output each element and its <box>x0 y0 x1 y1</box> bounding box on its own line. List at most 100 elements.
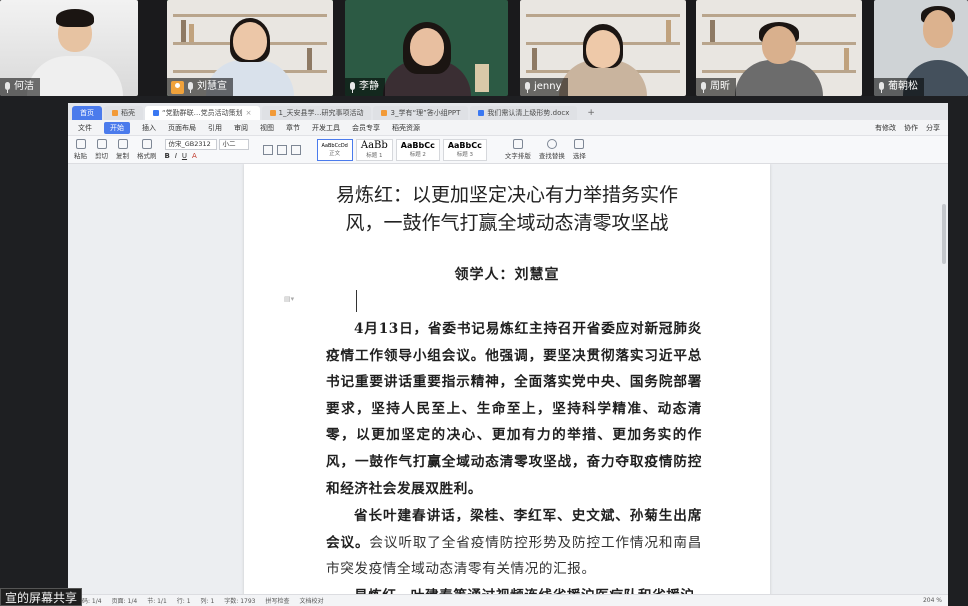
italic-icon[interactable]: I <box>175 152 177 160</box>
meeting-screen: 何洁 刘慧宣 李静 jenny 周昕 葡朝松 首页 稻壳 “党勤群联…党员活动策… <box>0 0 968 606</box>
unsaved-changes-indicator[interactable]: 有修改 <box>875 123 896 133</box>
zoom-level[interactable]: 204 % <box>923 597 942 604</box>
word-doc-icon <box>153 110 159 116</box>
style-heading-2[interactable]: AaBbCc 标题 2 <box>395 138 440 161</box>
menu-view[interactable]: 视图 <box>260 123 274 133</box>
paste-button[interactable]: 粘贴 <box>74 139 87 160</box>
user-avatar-icon <box>171 80 184 94</box>
collaborate-button[interactable]: 协作 <box>904 123 918 133</box>
microphone-icon <box>878 81 885 93</box>
microphone-icon <box>4 81 11 93</box>
document-title-line-2: 风，一鼓作气打赢全域动态清零攻坚战 <box>345 212 669 234</box>
participant-tile-1[interactable]: 何洁 <box>0 0 138 96</box>
paragraph-1: 4月13日，省委书记易炼红主持召开省委应对新冠肺炎疫情工作领导小组会议。他强调，… <box>326 321 702 497</box>
new-tab-button[interactable]: + <box>579 106 603 120</box>
status-section: 节: 1/1 <box>147 598 167 605</box>
status-line: 行: 1 <box>176 598 191 605</box>
menu-review[interactable]: 审阅 <box>234 123 248 133</box>
align-center-icon[interactable] <box>290 144 301 155</box>
brush-icon <box>141 139 152 149</box>
ribbon-toolbar: 粘贴 剪切 复制 格式刷 仿宋_GB2312 小二 B I U A AaBbCc… <box>68 136 948 164</box>
menu-layout[interactable]: 页面布局 <box>168 123 196 133</box>
microphone-icon <box>524 81 531 93</box>
find-replace-button[interactable]: 查找替换 <box>539 139 565 160</box>
participant-name-tag: 何洁 <box>0 78 40 96</box>
text-cursor <box>356 290 357 312</box>
tab-document-3[interactable]: 3_学有“理”答小组PPT <box>373 106 469 120</box>
tab-daoke[interactable]: 稻壳 <box>104 106 143 120</box>
presentation-icon <box>269 110 276 116</box>
proofread-button[interactable]: 文档校对 <box>300 596 324 605</box>
bullet-list-icon[interactable] <box>262 144 273 155</box>
status-word-count[interactable]: 字数: 1793 <box>224 596 255 605</box>
presentation-icon <box>381 110 388 116</box>
participant-tile-6[interactable]: 葡朝松 <box>874 0 968 96</box>
status-right-group: 204 % <box>923 597 948 604</box>
menu-file[interactable]: 文件 <box>78 123 92 133</box>
search-icon <box>546 139 557 149</box>
tab-document-4[interactable]: 我们需认清上级形势.docx <box>470 106 578 120</box>
document-tab-bar: 首页 稻壳 “党勤群联…党员活动策划 × 1_天安县学…研究事项活动 3_学有“理… <box>68 103 948 120</box>
menu-right-group: 有修改 协作 分享 <box>875 123 948 133</box>
document-editor-window: 首页 稻壳 “党勤群联…党员活动策划 × 1_天安县学…研究事项活动 3_学有“理… <box>68 103 948 606</box>
participant-name-tag: 葡朝松 <box>874 78 924 96</box>
select-button[interactable]: 选择 <box>573 139 586 160</box>
participant-name-tag: 周昕 <box>696 78 736 96</box>
tab-document-2[interactable]: 1_天安县学…研究事项活动 <box>261 106 372 120</box>
menu-references[interactable]: 引用 <box>208 123 222 133</box>
style-gallery: AaBbCcDd 正文 AaBb 标题 1 AaBbCc 标题 2 AaBbCc 标题 … <box>316 138 487 161</box>
tab-home[interactable]: 首页 <box>72 106 102 120</box>
participant-tile-2[interactable]: 刘慧宣 <box>167 0 333 96</box>
scrollbar-thumb[interactable] <box>942 204 946 264</box>
participant-tile-3[interactable]: 李静 <box>345 0 508 96</box>
scissors-icon <box>96 139 107 149</box>
document-canvas[interactable]: 易炼红：以更加坚定决心有力举措务实作 风，一鼓作气打赢全域动态清零攻坚战 领学人… <box>68 164 948 594</box>
microphone-icon <box>187 81 194 93</box>
participant-strip: 何洁 刘慧宣 李静 jenny 周昕 葡朝松 <box>0 0 968 96</box>
copy-button[interactable]: 复制 <box>116 139 129 160</box>
menu-home[interactable]: 开始 <box>104 121 130 134</box>
font-color-icon[interactable]: A <box>192 152 197 160</box>
microphone-icon <box>700 81 707 93</box>
tab-document-1[interactable]: “党勤群联…党员活动策划 × <box>145 106 260 120</box>
status-bar: 页码: 1/4 页面: 1/4 节: 1/1 行: 1 列: 1 字数: 179… <box>68 594 948 606</box>
menu-sections[interactable]: 章节 <box>286 123 300 133</box>
leader-line: 领学人：刘慧宣 <box>454 267 560 283</box>
menu-resources[interactable]: 稻壳资源 <box>392 123 420 133</box>
bold-icon[interactable]: B <box>165 152 170 160</box>
menu-bar: 文件 开始 插入 页面布局 引用 审阅 视图 章节 开发工具 会员专享 稻壳资源… <box>68 120 948 136</box>
spell-check-toggle[interactable]: 拼写检查 <box>265 596 289 605</box>
paragraph-options-icon[interactable]: ▤▾ <box>284 295 294 303</box>
participant-tile-4[interactable]: jenny <box>520 0 686 96</box>
close-icon[interactable]: × <box>246 106 252 120</box>
paragraph-controls <box>262 144 301 155</box>
document-page[interactable]: 易炼红：以更加坚定决心有力举措务实作 风，一鼓作气打赢全域动态清零攻坚战 领学人… <box>244 164 770 594</box>
vertical-scrollbar[interactable] <box>940 164 948 594</box>
daoke-icon <box>112 110 118 116</box>
participant-name-tag: 刘慧宣 <box>167 78 233 96</box>
numbered-list-icon[interactable] <box>276 144 287 155</box>
copy-icon <box>117 139 128 149</box>
status-column: 列: 1 <box>200 598 215 605</box>
format-painter-button[interactable]: 格式刷 <box>137 139 157 160</box>
style-heading-3[interactable]: AaBbCc 标题 3 <box>442 138 487 161</box>
paste-icon <box>75 139 86 149</box>
document-title-line-1: 易炼红：以更加坚定决心有力举措务实作 <box>335 184 678 206</box>
font-name-select[interactable]: 仿宋_GB2312 <box>164 139 217 150</box>
menu-member[interactable]: 会员专享 <box>352 123 380 133</box>
participant-name-tag: 李静 <box>345 78 385 96</box>
underline-icon[interactable]: U <box>182 152 187 160</box>
share-button[interactable]: 分享 <box>926 123 940 133</box>
select-icon <box>574 139 585 149</box>
menu-insert[interactable]: 插入 <box>142 123 156 133</box>
style-normal[interactable]: AaBbCcDd 正文 <box>316 138 353 161</box>
word-doc-icon <box>478 110 485 116</box>
participant-tile-5[interactable]: 周昕 <box>696 0 862 96</box>
font-size-select[interactable]: 小二 <box>218 139 249 150</box>
style-heading-1[interactable]: AaBb 标题 1 <box>355 138 393 161</box>
cut-button[interactable]: 剪切 <box>95 139 108 160</box>
menu-developer[interactable]: 开发工具 <box>312 123 340 133</box>
text-layout-icon <box>512 139 523 149</box>
text-layout-button[interactable]: 文字排版 <box>505 139 531 160</box>
participant-name-tag: jenny <box>520 78 568 96</box>
